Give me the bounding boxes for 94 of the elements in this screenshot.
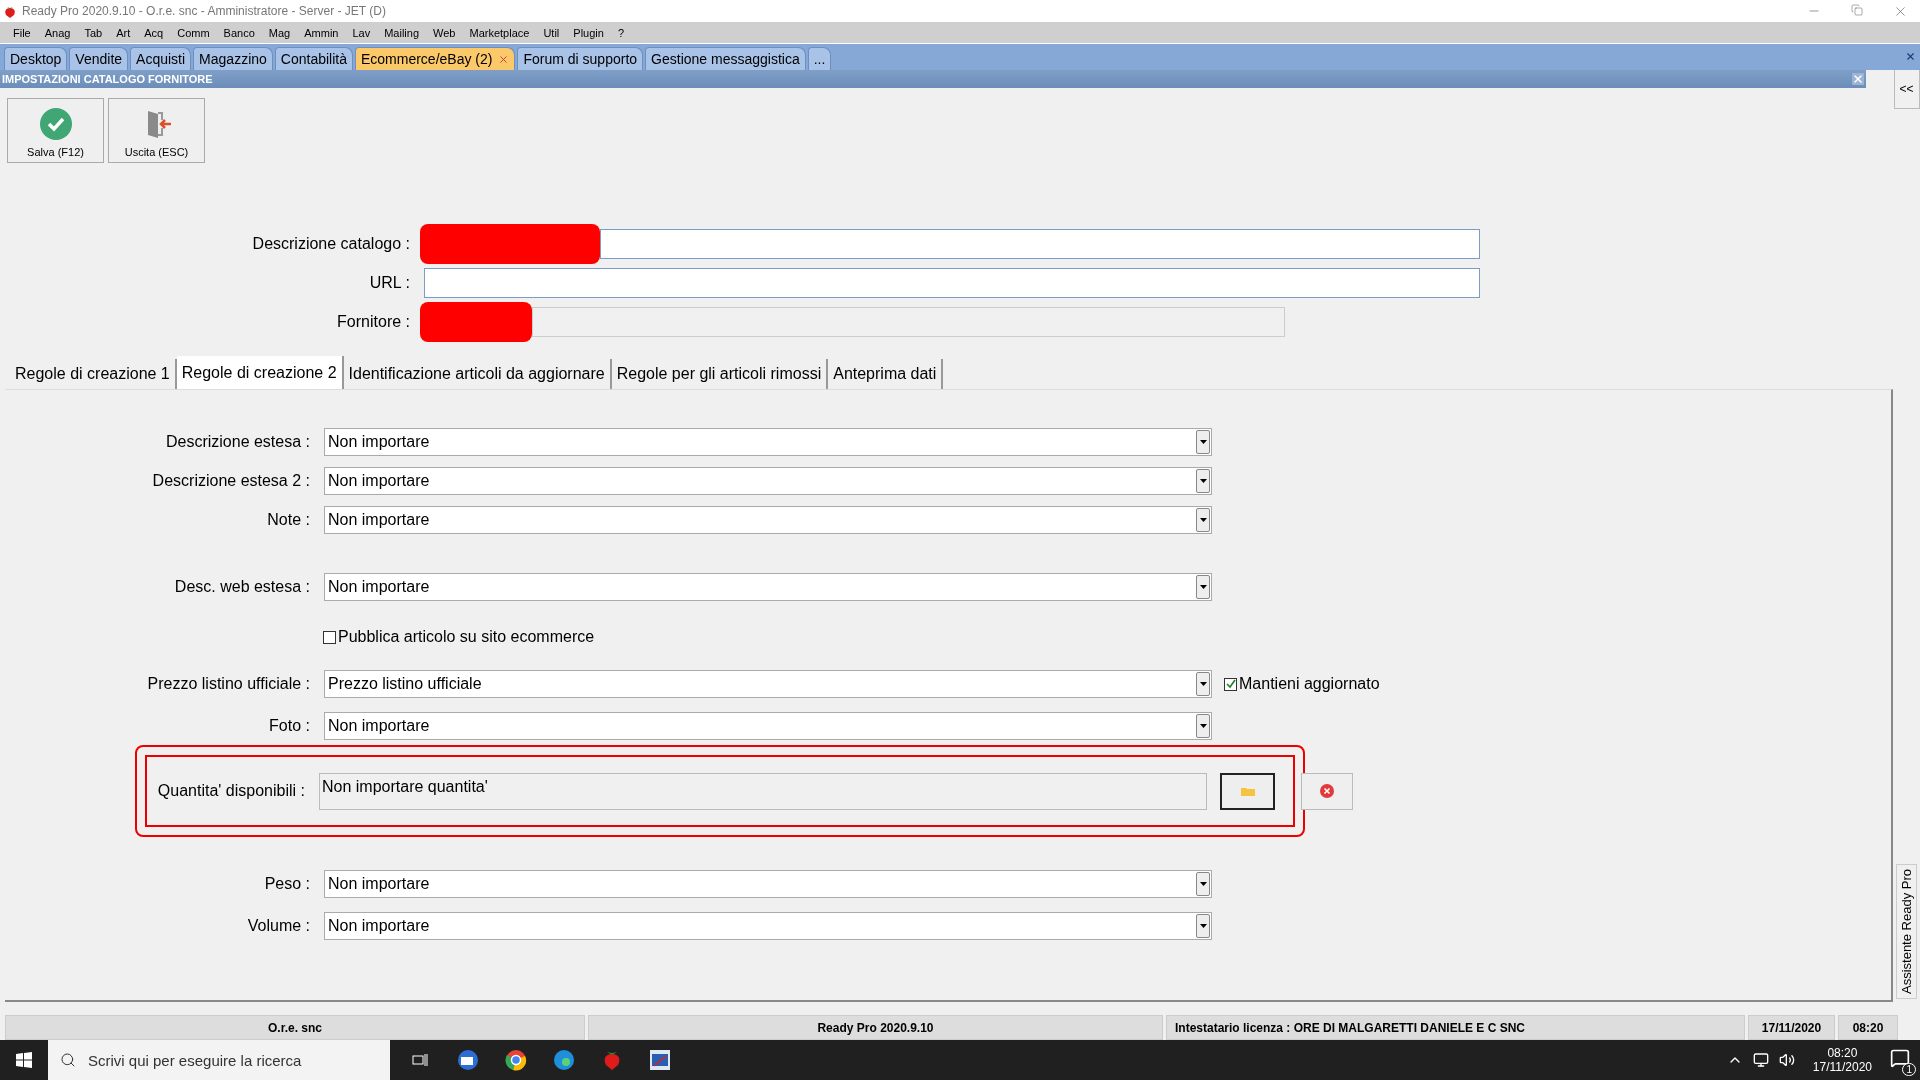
clear-button[interactable] — [1301, 772, 1353, 810]
menu-item[interactable]: ? — [610, 26, 631, 39]
search-field[interactable]: Scrivi qui per eseguire la ricerca — [48, 1040, 390, 1080]
menu-item[interactable]: Ammin — [297, 26, 346, 39]
status-cell: 08:20 — [1838, 1015, 1898, 1040]
close-icon[interactable] — [1905, 51, 1916, 62]
browser-icon[interactable] — [505, 1049, 527, 1071]
speaker-icon[interactable] — [1778, 1052, 1795, 1068]
field-label: Note : — [266, 511, 310, 529]
close-icon[interactable] — [498, 53, 510, 65]
menu-item[interactable]: Acq — [137, 26, 171, 39]
checkbox-label: Pubblica articolo su sito ecommerce — [338, 628, 595, 646]
menu-item[interactable]: Lav — [345, 26, 378, 39]
field-label: Peso : — [263, 875, 310, 893]
app-tab[interactable]: Acquisti — [130, 47, 192, 70]
app-tab[interactable]: Gestione messaggistica — [645, 47, 806, 70]
app-tab[interactable]: Magazzino — [193, 47, 273, 70]
field-label: Quantita' disponibili : — [156, 782, 305, 800]
field-label: Foto : — [268, 717, 310, 735]
tab-label: Contabilità — [280, 51, 347, 67]
status-cell: O.r.e. snc — [5, 1015, 585, 1040]
notification-count: 1 — [1902, 1063, 1916, 1076]
field-label: Volume : — [246, 917, 310, 935]
dropdown[interactable]: Non importare — [324, 573, 1212, 601]
app-tab[interactable]: Vendite — [69, 47, 129, 70]
mail-app-icon[interactable] — [456, 1049, 480, 1071]
checkbox[interactable] — [323, 630, 336, 644]
status-cell: Intestatario licenza : ORE DI MALGARETTI DANIELE E C SNC — [1166, 1015, 1745, 1040]
folder-icon — [1240, 786, 1255, 796]
checkbox-label: Mantieni aggiornato — [1239, 675, 1380, 693]
app-tab[interactable]: Contabilità — [274, 47, 353, 70]
menu-item[interactable]: Util — [536, 26, 567, 39]
input-field[interactable] — [600, 229, 1480, 259]
field-label: URL : — [368, 274, 410, 292]
field-label: Descrizione catalogo : — [251, 235, 410, 253]
menu-item[interactable]: Mailing — [377, 26, 427, 39]
windows-icon[interactable] — [16, 1052, 32, 1068]
tab-label: Acquisti — [136, 51, 186, 67]
dropdown[interactable]: Non importare — [324, 912, 1212, 940]
app-tab[interactable]: ... — [807, 47, 832, 70]
tab[interactable]: Regole di creazione 2 — [176, 356, 344, 389]
field-label: Prezzo listino ufficiale : — [146, 675, 310, 693]
dropdown[interactable]: Non importare — [324, 712, 1212, 740]
tab-label: Ecommerce/eBay (2) — [360, 51, 493, 67]
edge-browser-icon[interactable] — [553, 1049, 575, 1071]
app-tab[interactable]: Ecommerce/eBay (2) — [354, 47, 516, 70]
menu-item[interactable]: Comm — [170, 26, 217, 39]
value-field: Non importare quantita' — [319, 772, 1207, 810]
field-label: Fornitore : — [336, 313, 410, 331]
app-tab[interactable]: Forum di supporto — [517, 47, 644, 70]
strawberry-icon[interactable] — [602, 1049, 622, 1071]
window-title: Ready Pro 2020.9.10 - O.r.e. snc - Amministratore - Server - JET (D) — [22, 4, 387, 18]
menu-item[interactable]: Marketplace — [462, 26, 537, 39]
field-label: Desc. web estesa : — [173, 578, 310, 596]
dropdown[interactable]: Non importare — [324, 506, 1212, 534]
save-button[interactable]: Salva (F12) — [7, 98, 104, 163]
dropdown[interactable]: Non importare — [324, 467, 1212, 495]
menu-item[interactable]: Tab — [77, 26, 110, 39]
menu-item[interactable]: Anag — [37, 26, 78, 39]
tab-label: ... — [813, 51, 826, 67]
menu-item[interactable]: Art — [109, 26, 138, 39]
check-icon — [39, 108, 72, 140]
assistant-tab[interactable]: Assistente Ready Pro — [1896, 864, 1917, 999]
dropdown[interactable]: Non importare — [324, 428, 1212, 456]
close-icon — [1320, 784, 1334, 798]
status-cell: 17/11/2020 — [1748, 1015, 1835, 1040]
menu-item[interactable]: Banco — [216, 26, 262, 39]
section-title: IMPOSTAZIONI CATALOGO FORNITORE — [2, 73, 213, 85]
search-icon — [60, 1052, 76, 1068]
menu-item[interactable]: File — [6, 26, 38, 39]
field-label: Descrizione estesa 2 : — [151, 472, 310, 490]
tab-label: Desktop — [10, 51, 62, 67]
browse-button[interactable] — [1220, 772, 1275, 810]
tab-label: Magazzino — [199, 51, 267, 67]
menu-item[interactable]: Web — [426, 26, 463, 39]
status-cell: Ready Pro 2020.9.10 — [588, 1015, 1163, 1040]
checkbox[interactable] — [1224, 677, 1237, 691]
tab-label: Vendite — [75, 51, 123, 67]
exit-button[interactable]: Uscita (ESC) — [108, 98, 205, 163]
dropdown[interactable]: Prezzo listino ufficiale — [324, 670, 1212, 698]
clock[interactable]: 08:20 17/11/2020 — [1812, 1046, 1872, 1074]
network-icon[interactable] — [1752, 1052, 1769, 1068]
app-window-icon[interactable] — [650, 1050, 670, 1070]
strawberry-icon — [4, 4, 16, 18]
input-field[interactable] — [424, 268, 1480, 298]
dropdown[interactable]: Non importare — [324, 870, 1212, 898]
tab-label: Forum di supporto — [523, 51, 638, 67]
collapse-button[interactable]: << — [1893, 68, 1920, 109]
tab-label: Gestione messaggistica — [651, 51, 800, 67]
task-view-icon[interactable] — [412, 1053, 428, 1067]
menu-item[interactable]: Mag — [261, 26, 298, 39]
app-tab[interactable]: Desktop — [4, 47, 68, 70]
menu-item[interactable]: Plugin — [566, 26, 611, 39]
field-label: Descrizione estesa : — [164, 433, 310, 451]
